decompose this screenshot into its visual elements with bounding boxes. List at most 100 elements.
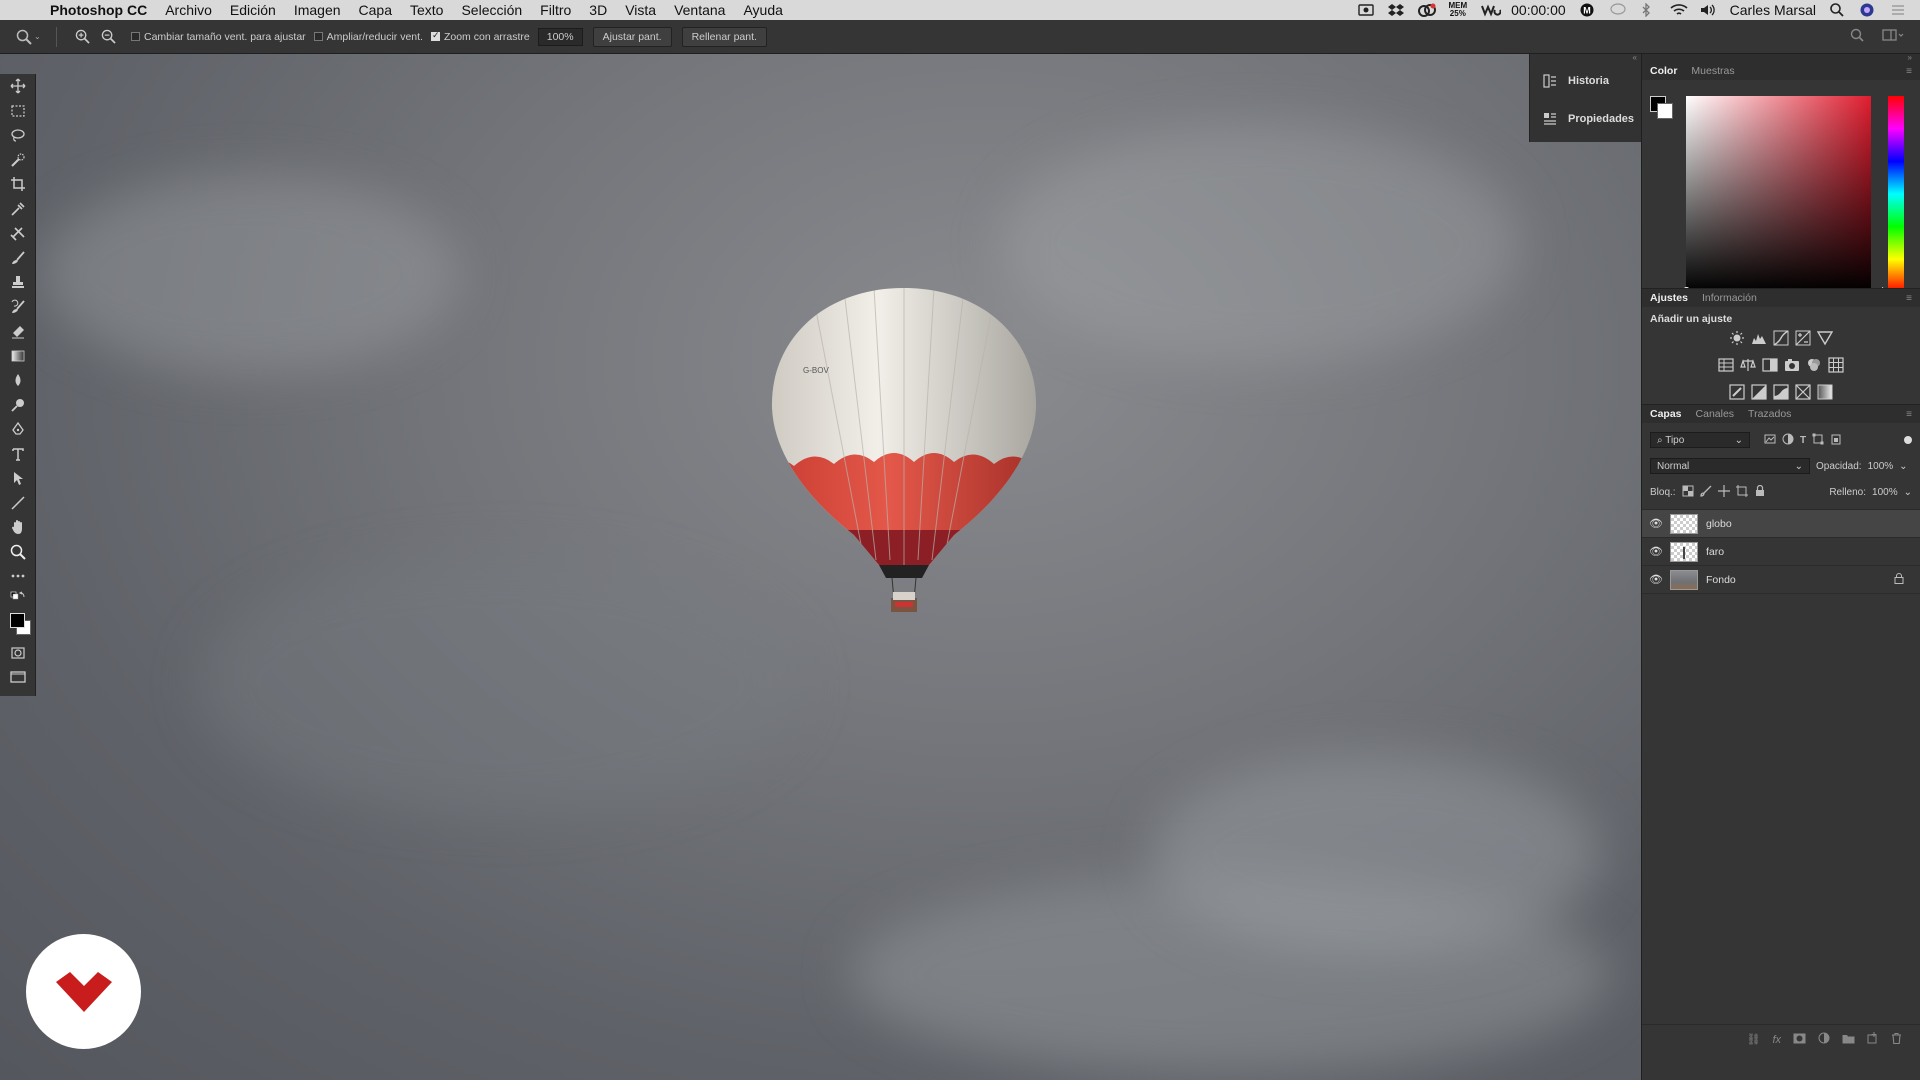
lock-position-icon[interactable] [1717,484,1730,500]
tab-paths[interactable]: Trazados [1748,408,1791,420]
lock-artboard-icon[interactable] [1735,484,1748,500]
fill-field[interactable]: 100% [1872,487,1898,498]
black-white-icon[interactable] [1762,357,1778,378]
lock-image-pixels-icon[interactable] [1699,485,1712,500]
panel-menu-icon[interactable]: ≡ [1906,293,1912,304]
properties-panel-button[interactable]: Propiedades [1530,100,1641,138]
curves-icon[interactable] [1773,330,1789,351]
eye-visibility-icon[interactable]: 👁︎ [1642,545,1670,558]
color-field-picker[interactable] [1686,96,1871,292]
filter-smart-object-icon[interactable] [1830,433,1842,448]
history-panel-button[interactable]: Historia [1530,62,1641,100]
marquee-tool[interactable] [0,99,36,124]
menu-edicion[interactable]: Edición [221,2,285,18]
blur-tool[interactable] [0,368,36,393]
layer-filter-kind-select[interactable]: ⌕ Tipo ⌄ [1650,432,1750,448]
menu-ayuda[interactable]: Ayuda [734,2,791,18]
resize-windows-checkbox[interactable]: Cambiar tamaño vent. para ajustar [131,31,306,43]
menu-vista[interactable]: Vista [616,2,665,18]
eye-visibility-icon[interactable]: 👁︎ [1642,517,1670,530]
user-name[interactable]: Carles Marsal [1730,2,1816,18]
filter-toggle-switch[interactable] [1904,436,1912,444]
filter-type-layer-icon[interactable]: T [1800,435,1806,446]
exposure-icon[interactable] [1795,330,1811,351]
levels-icon[interactable] [1751,330,1767,351]
gradient-tool[interactable] [0,344,36,369]
chat-bubble-icon[interactable] [1610,3,1626,17]
color-lookup-icon[interactable] [1828,357,1844,378]
invert-icon[interactable] [1729,384,1745,405]
eye-visibility-icon[interactable]: 👁︎ [1642,573,1670,586]
posterize-icon[interactable] [1751,384,1767,405]
history-brush-tool[interactable] [0,295,36,320]
tab-channels[interactable]: Canales [1696,408,1735,420]
dropbox-icon[interactable] [1388,3,1405,17]
menu-seleccion[interactable]: Selección [452,2,531,18]
document-canvas[interactable]: G-BOV [0,54,1641,1080]
wacom-icon[interactable] [1481,3,1502,17]
brightness-contrast-icon[interactable] [1729,330,1745,351]
clone-stamp-tool[interactable] [0,270,36,295]
filter-shape-layer-icon[interactable] [1812,433,1824,448]
new-adjustment-layer-icon[interactable] [1818,1032,1830,1047]
default-colors-button[interactable] [0,589,36,609]
lock-transparent-pixels-icon[interactable] [1682,485,1694,500]
tab-adjustments[interactable]: Ajustes [1650,292,1688,304]
blend-mode-select[interactable]: Normal ⌄ [1650,458,1810,474]
quick-selection-tool[interactable] [0,148,36,173]
pen-tool[interactable] [0,417,36,442]
more-tools-button[interactable] [0,564,36,589]
layer-row-fondo[interactable]: 👁︎ Fondo [1642,566,1920,594]
gradient-map-icon[interactable] [1817,384,1833,405]
zoom-tool[interactable] [0,540,36,565]
tab-swatches[interactable]: Muestras [1691,65,1734,77]
creative-cloud-icon[interactable] [1418,3,1437,17]
fx-icon[interactable]: fx [1772,1034,1781,1046]
tool-preset-picker[interactable]: ⌄ [16,29,56,45]
move-tool[interactable] [0,74,36,99]
brush-tool[interactable] [0,246,36,271]
quick-mask-button[interactable] [0,641,36,666]
panel-menu-icon[interactable]: ≡ [1906,409,1912,420]
fit-screen-button[interactable]: Ajustar pant. [592,26,672,47]
line-tool[interactable] [0,491,36,516]
layer-row-globo[interactable]: 👁︎ globo [1642,510,1920,538]
collapse-arrows-icon[interactable]: « [1530,54,1641,62]
selective-color-icon[interactable] [1795,384,1811,405]
wifi-icon[interactable] [1670,3,1688,17]
color-balance-icon[interactable] [1740,357,1756,378]
search-icon[interactable] [1850,28,1864,45]
color-swatches[interactable] [0,609,36,641]
new-group-icon[interactable] [1842,1033,1855,1047]
hue-saturation-icon[interactable] [1718,357,1734,378]
bluetooth-icon[interactable] [1640,2,1656,18]
menu-ventana[interactable]: Ventana [665,2,734,18]
menu-3d[interactable]: 3D [580,2,616,18]
spotlight-search-icon[interactable] [1830,3,1846,17]
layer-name[interactable]: Fondo [1706,574,1736,586]
type-tool[interactable] [0,442,36,467]
screen-mode-button[interactable] [0,665,36,690]
tab-layers[interactable]: Capas [1650,408,1682,420]
panel-menu-icon[interactable]: ≡ [1906,66,1912,77]
zoom-percent-field[interactable]: 100% [537,27,583,46]
opacity-field[interactable]: 100% [1868,461,1894,472]
layer-name[interactable]: globo [1706,518,1732,530]
tab-color[interactable]: Color [1650,65,1677,77]
workspace-switcher-icon[interactable] [1882,28,1904,45]
trash-icon[interactable] [1891,1032,1902,1047]
eraser-tool[interactable] [0,319,36,344]
volume-icon[interactable] [1700,3,1716,17]
filter-adjustment-layer-icon[interactable] [1782,433,1794,448]
m-circle-icon[interactable]: M [1580,3,1596,17]
memory-indicator[interactable]: MEM 25% [1448,2,1467,18]
new-layer-icon[interactable] [1867,1032,1879,1047]
dodge-tool[interactable] [0,393,36,418]
collapse-arrows-icon[interactable]: » [1642,54,1920,62]
lasso-tool[interactable] [0,123,36,148]
menu-app-name[interactable]: Photoshop CC [50,2,156,18]
notification-center-icon[interactable] [1890,3,1906,17]
layer-name[interactable]: faro [1706,546,1724,558]
menu-filtro[interactable]: Filtro [531,2,580,18]
vibrance-icon[interactable] [1816,330,1834,351]
